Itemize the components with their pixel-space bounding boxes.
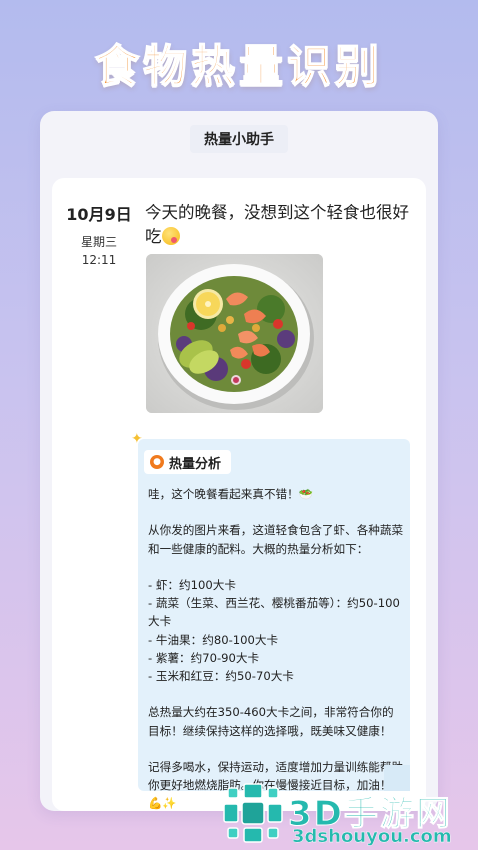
post-message-text: 今天的晚餐，没想到这个轻食也很好吃 bbox=[145, 203, 409, 246]
post-weekday: 星期三 bbox=[80, 235, 117, 249]
yum-emoji-icon bbox=[161, 227, 180, 245]
hero-title: 食物热量识别 bbox=[94, 40, 383, 93]
chat-card: 热量小助手 10月9日 星期三 12:11 今天的晚餐，没想到这个轻食也很好吃 bbox=[40, 111, 438, 811]
fire-icon: ● bbox=[150, 455, 164, 469]
post-date: 10月9日 bbox=[66, 205, 132, 224]
analysis-panel: ● 热量分析 哇，这个晚餐看起来真不错！🥗 从你发的图片来看，这道轻食包含了虾、… bbox=[138, 439, 410, 810]
watermark-url: 3dshouyou.com bbox=[292, 826, 452, 847]
card-header: 热量小助手 bbox=[40, 111, 438, 167]
salad-bowl-image bbox=[146, 254, 323, 413]
date-column: 10月9日 星期三 12:11 bbox=[52, 201, 146, 267]
card-title: 热量小助手 bbox=[190, 125, 288, 153]
post-content[interactable]: 10月9日 星期三 12:11 今天的晚餐，没想到这个轻食也很好吃 ✦ ● 热量… bbox=[52, 178, 426, 811]
analysis-text: 哇，这个晚餐看起来真不错！🥗 从你发的图片来看，这道轻食包含了虾、各种蔬菜和一些… bbox=[148, 487, 404, 811]
watermark-logo-icon bbox=[223, 783, 283, 843]
food-photo[interactable] bbox=[146, 254, 323, 413]
watermark: 3D手游网 3dshouyou.com bbox=[222, 776, 478, 850]
analysis-title: 热量分析 bbox=[169, 456, 222, 472]
post-message: 今天的晚餐，没想到这个轻食也很好吃 bbox=[145, 201, 410, 249]
analysis-header: ● 热量分析 bbox=[144, 450, 232, 474]
post-time: 12:11 bbox=[81, 253, 117, 267]
